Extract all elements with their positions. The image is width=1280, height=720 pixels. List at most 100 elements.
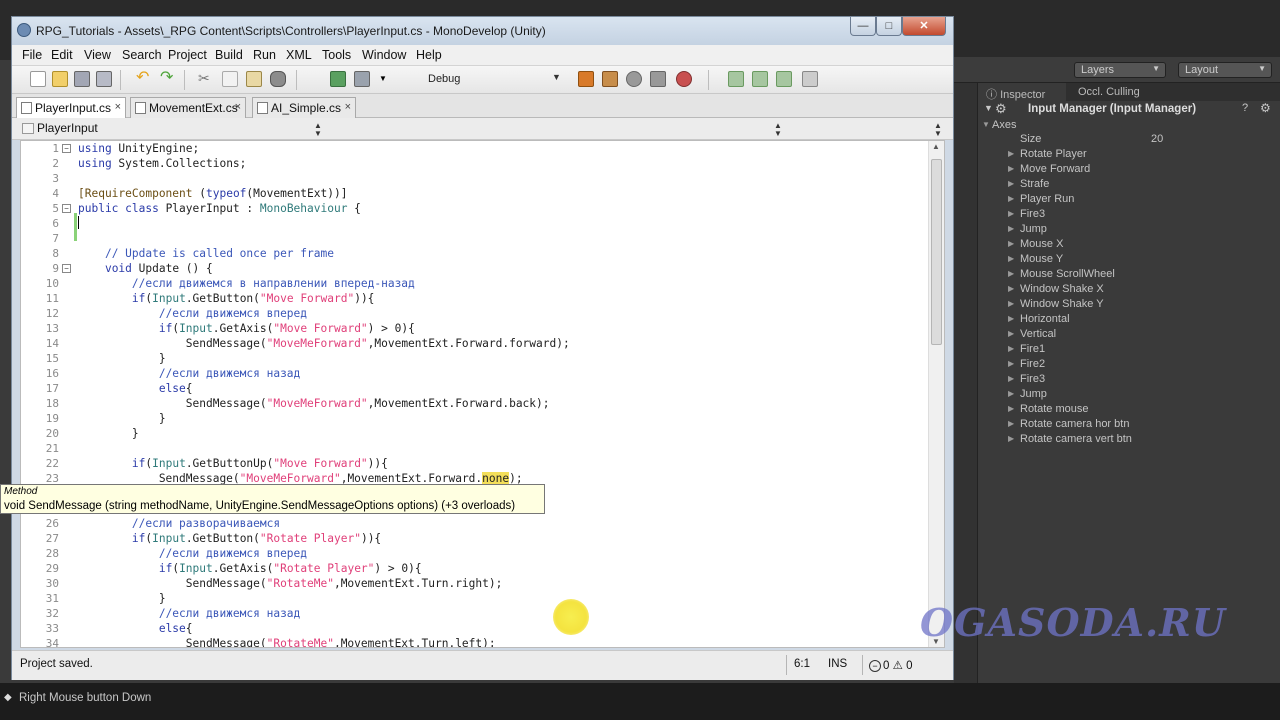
open-folder-icon[interactable] (52, 71, 68, 87)
unity-statusbar: ◆ Right Mouse button Down (0, 683, 1280, 720)
menu-help[interactable]: Help (416, 48, 442, 62)
save-icon[interactable] (74, 71, 90, 87)
tab-occlusion-culling[interactable]: Occl. Culling (1078, 86, 1140, 98)
foldout-icon[interactable]: ▼ (984, 103, 993, 113)
tab-ai-simple-cs[interactable]: AI_Simple.cs × (252, 97, 356, 118)
menu-build[interactable]: Build (215, 48, 243, 62)
layout-dropdown[interactable]: Layout ▼ (1178, 62, 1272, 78)
error-warning-counter[interactable]: −0 ⚠ 0 (869, 658, 913, 672)
help-icon[interactable]: ? (1242, 102, 1248, 114)
copy-icon[interactable] (222, 71, 238, 87)
step-icon[interactable] (626, 71, 642, 87)
code-editor[interactable]: 1234567891011121314151617181920212223242… (20, 140, 945, 648)
foldout-closed-icon: ▶ (1008, 419, 1015, 428)
maximize-button[interactable]: □ (876, 17, 902, 36)
configuration-combo[interactable]: Debug (420, 70, 565, 89)
layers-dropdown[interactable]: Layers ▼ (1074, 62, 1166, 78)
axis-label: Jump (1020, 388, 1047, 400)
line-number-gutter: 1234567891011121314151617181920212223242… (21, 141, 61, 647)
close-tab-icon[interactable]: × (235, 101, 241, 113)
attach-icon[interactable] (602, 71, 618, 87)
minimize-button[interactable]: — (850, 17, 876, 36)
scroll-up-icon[interactable]: ▲ (932, 142, 940, 151)
fold-toggle-icon[interactable]: − (62, 264, 71, 273)
menu-xml[interactable]: XML (286, 48, 312, 62)
menu-run[interactable]: Run (253, 48, 276, 62)
close-icon: ✕ (919, 20, 929, 32)
updown-arrows-icon[interactable]: ▲ ▼ (934, 122, 942, 138)
line-number: 9 (52, 262, 59, 275)
redo-icon[interactable]: ↷ (160, 70, 176, 87)
unindent-icon[interactable] (776, 71, 792, 87)
save-all-icon[interactable] (96, 71, 112, 87)
titlebar: RPG_Tutorials - Assets\_RPG Content\Scri… (12, 17, 953, 45)
line-number: 19 (45, 412, 59, 425)
comment-icon[interactable] (802, 71, 818, 87)
menu-window[interactable]: Window (362, 48, 406, 62)
chevron-down-icon: ▼ (1258, 64, 1266, 73)
menu-project[interactable]: Project (168, 48, 207, 62)
line-number: 13 (45, 322, 59, 335)
menu-file[interactable]: File (22, 48, 42, 62)
indent-icon[interactable] (752, 71, 768, 87)
undo-icon[interactable]: ↶ (136, 70, 152, 87)
file-icon (21, 102, 32, 114)
foldout-closed-icon: ▶ (1008, 404, 1015, 413)
unity-status-text: Right Mouse button Down (19, 692, 152, 704)
run-icon[interactable] (354, 71, 370, 87)
menu-edit[interactable]: Edit (51, 48, 73, 62)
scrollbar-thumb[interactable] (931, 159, 942, 345)
layers-label: Layers (1081, 64, 1115, 76)
vertical-scrollbar[interactable]: ▲ ▼ (928, 141, 944, 647)
axis-label: Rotate camera hor btn (1020, 418, 1130, 430)
format-icon[interactable] (728, 71, 744, 87)
foldout-closed-icon: ▶ (1008, 344, 1015, 353)
close-tab-icon[interactable]: × (115, 101, 121, 113)
warning-icon: ⚠ (892, 660, 903, 672)
cursor-position: 6:1 (794, 658, 810, 670)
foldout-open-icon: ▼ (982, 120, 990, 129)
line-number: 5 (52, 202, 59, 215)
foldout-closed-icon: ▶ (1008, 299, 1015, 308)
axis-label: Fire3 (1020, 373, 1046, 385)
close-tab-icon[interactable]: × (345, 101, 351, 113)
cut-icon[interactable]: ✂ (198, 71, 214, 87)
tab-inspector[interactable]: ⓘ Inspector (978, 83, 1066, 101)
code-text[interactable]: using UnityEngine; using System.Collecti… (78, 141, 928, 647)
updown-arrows-icon: ▲ ▼ (314, 121, 322, 138)
paste-icon[interactable] (246, 71, 262, 87)
tab-movementext-cs[interactable]: MovementExt.cs × (130, 97, 246, 118)
line-number: 11 (45, 292, 59, 305)
member-combo[interactable]: ▲ ▼ (332, 121, 787, 138)
menu-tools[interactable]: Tools (322, 48, 351, 62)
settings-icon[interactable]: ⚙ (1260, 101, 1271, 115)
foldout-closed-icon: ▶ (1008, 209, 1015, 218)
menu-view[interactable]: View (84, 48, 111, 62)
menu-search[interactable]: Search (122, 48, 162, 62)
tab-playerinput-cs[interactable]: PlayerInput.cs × (16, 97, 126, 119)
size-value[interactable]: 20 (1151, 133, 1163, 145)
new-file-icon[interactable] (30, 71, 46, 87)
debug-start-icon[interactable] (578, 71, 594, 87)
chevron-down-icon[interactable]: ▼ (552, 72, 561, 82)
class-combo[interactable]: PlayerInput ▲ ▼ (20, 121, 325, 138)
tab-occlusion-label: Occl. Culling (1078, 86, 1140, 98)
step-into-icon[interactable] (650, 71, 666, 87)
axis-label: Player Run (1020, 193, 1075, 205)
build-icon[interactable] (330, 71, 346, 87)
stop-icon[interactable] (676, 71, 692, 87)
axis-label: Rotate camera vert btn (1020, 433, 1132, 445)
chevron-down-icon[interactable]: ▼ (379, 74, 387, 83)
line-number: 7 (52, 232, 59, 245)
close-button[interactable]: ✕ (902, 17, 946, 36)
toolbar-separator (184, 70, 185, 90)
foldout-closed-icon: ▶ (1008, 164, 1015, 173)
line-number: 20 (45, 427, 59, 440)
delete-icon[interactable] (270, 71, 286, 87)
window-title: RPG_Tutorials - Assets\_RPG Content\Scri… (36, 24, 546, 38)
foldout-closed-icon: ▶ (1008, 254, 1015, 263)
error-count: 0 (883, 660, 890, 672)
line-number: 17 (45, 382, 59, 395)
fold-toggle-icon[interactable]: − (62, 204, 71, 213)
fold-toggle-icon[interactable]: − (62, 144, 71, 153)
